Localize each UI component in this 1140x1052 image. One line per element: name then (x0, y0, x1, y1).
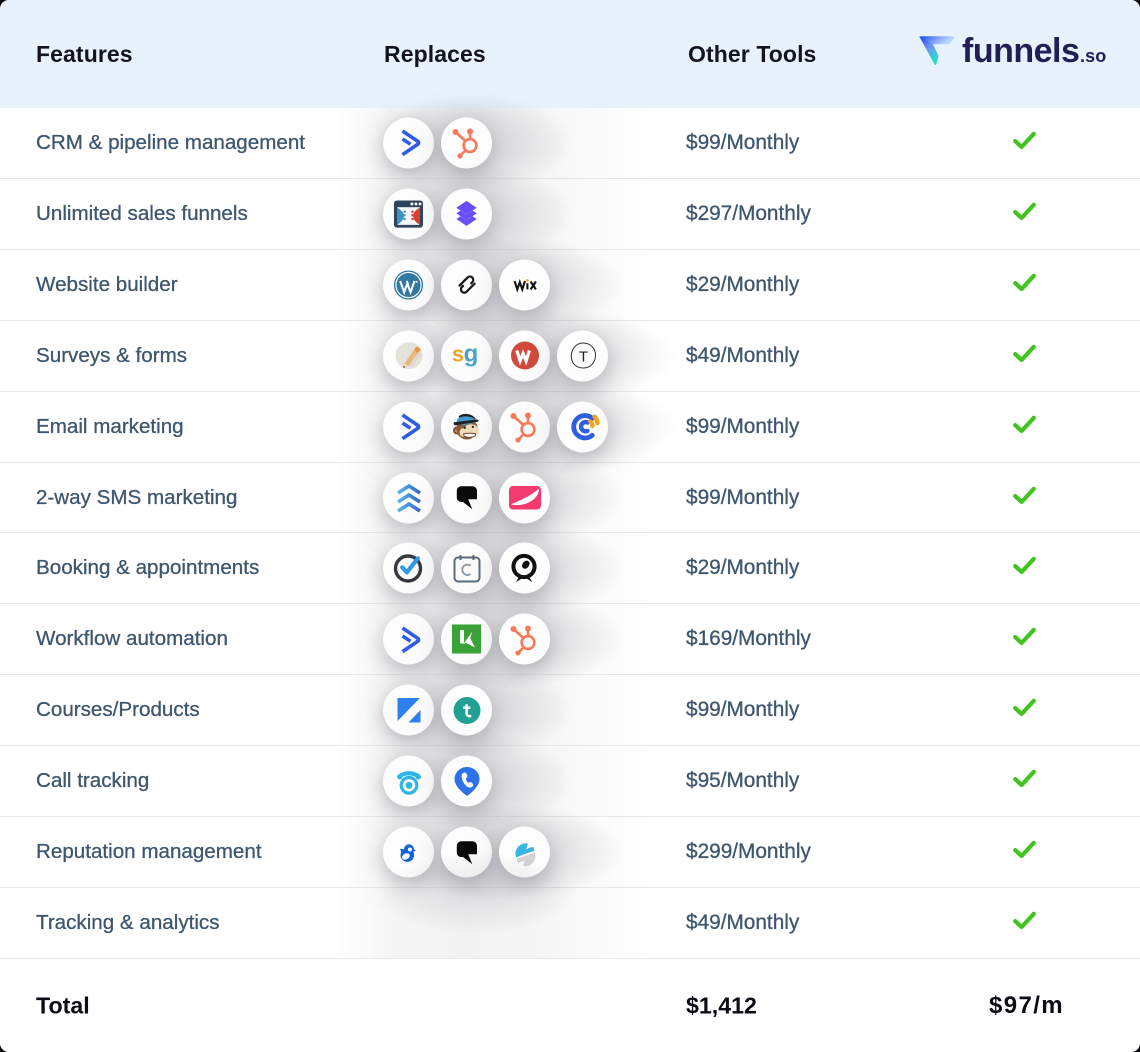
svg-text:g: g (463, 341, 478, 368)
svg-text:funnels: funnels (962, 33, 1079, 70)
svg-text:T: T (578, 349, 587, 366)
svg-text:s: s (451, 342, 463, 367)
svg-text:.so: .so (1080, 46, 1106, 66)
